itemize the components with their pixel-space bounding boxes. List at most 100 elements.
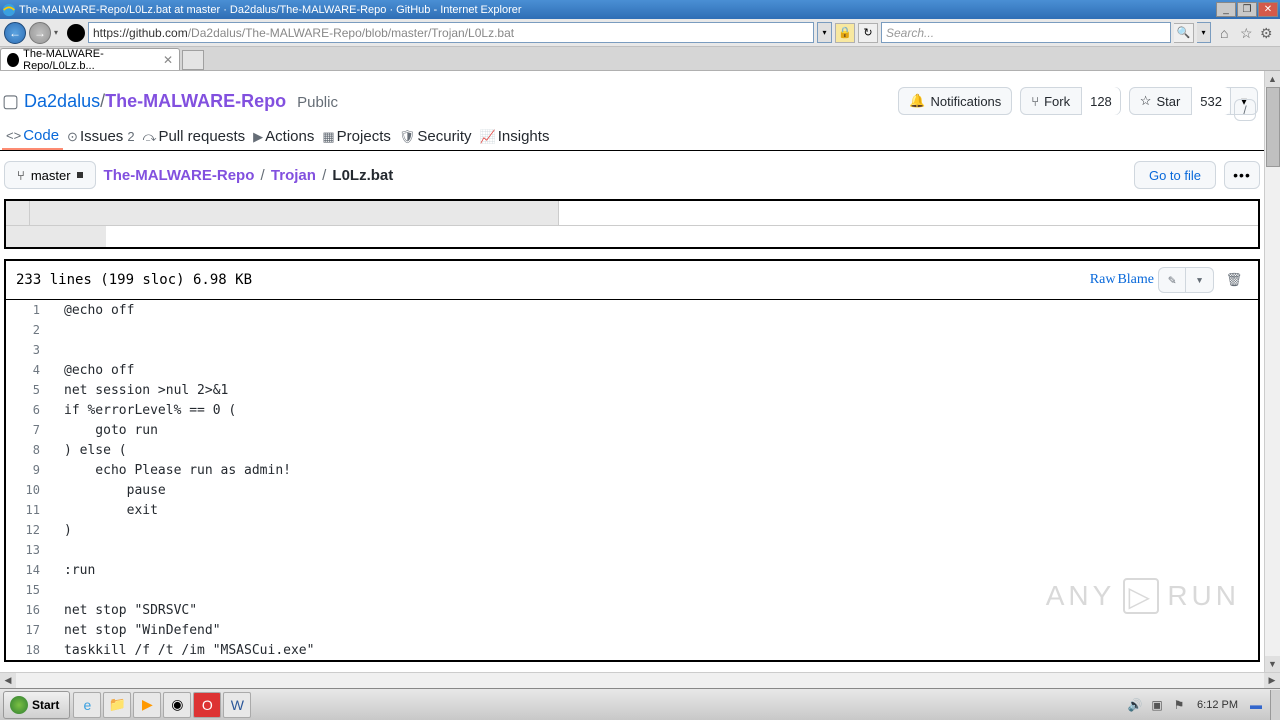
url-path: /Da2dalus/The-MALWARE-Repo/blob/master/T… <box>188 26 514 40</box>
line-number[interactable]: 3 <box>6 343 50 357</box>
ie-icon <box>2 3 16 17</box>
slash-shortcut[interactable]: / <box>1234 99 1256 121</box>
taskbar-opera[interactable]: O <box>193 692 221 718</box>
line-content: goto run <box>50 423 158 438</box>
new-tab-button[interactable] <box>182 50 204 70</box>
line-number[interactable]: 17 <box>6 623 50 637</box>
owner-link[interactable]: Da2dalus <box>24 91 100 111</box>
line-number[interactable]: 18 <box>6 643 50 657</box>
scroll-down-icon[interactable]: ▼ <box>1265 656 1280 672</box>
star-icon: ☆ <box>1140 93 1152 109</box>
taskbar-word[interactable]: W <box>223 692 251 718</box>
line-number[interactable]: 16 <box>6 603 50 617</box>
horizontal-scrollbar[interactable]: ◀ ▶ <box>0 672 1280 688</box>
line-number[interactable]: 14 <box>6 563 50 577</box>
forward-button[interactable]: → <box>29 22 51 44</box>
search-input[interactable]: Search... <box>881 22 1171 43</box>
favorites-icon[interactable]: ☆ <box>1240 25 1256 41</box>
tools-icon[interactable]: ⚙ <box>1260 25 1276 41</box>
line-number[interactable]: 12 <box>6 523 50 537</box>
breadcrumb-root[interactable]: The-MALWARE-Repo <box>104 167 255 184</box>
delete-icon[interactable]: 🗑 <box>1220 267 1248 293</box>
clock[interactable]: 6:12 PM <box>1197 699 1238 711</box>
line-content: net stop "SDRSVC" <box>50 603 197 618</box>
branch-select[interactable]: ⑂ master <box>4 161 96 189</box>
show-desktop-button[interactable] <box>1270 690 1280 720</box>
tab-close-icon[interactable]: ✕ <box>163 53 173 67</box>
start-button[interactable]: Start <box>3 691 70 719</box>
breadcrumb-dir[interactable]: Trojan <box>271 167 316 184</box>
line-content: net session >nul 2>&1 <box>50 383 228 398</box>
url-host: https://github.com <box>93 26 188 40</box>
tab-pull-requests[interactable]: ⤼Pull requests <box>139 123 250 150</box>
start-orb-icon <box>10 696 28 714</box>
taskbar-explorer[interactable]: 📁 <box>103 692 131 718</box>
line-content: net stop "WinDefend" <box>50 623 221 638</box>
edit-dropdown[interactable]: ▾ <box>1186 267 1214 293</box>
scroll-right-icon[interactable]: ▶ <box>1264 673 1280 688</box>
taskbar-chrome[interactable]: ◉ <box>163 692 191 718</box>
close-button[interactable]: ✕ <box>1258 2 1278 17</box>
taskbar: Start e 📁 ▶ ◉ O W 🔊 ▣ ⚑ 6:12 PM ▬ <box>0 688 1280 720</box>
line-number[interactable]: 6 <box>6 403 50 417</box>
line-number[interactable]: 11 <box>6 503 50 517</box>
window-titlebar: The-MALWARE-Repo/L0Lz.bat at master · Da… <box>0 0 1280 19</box>
nav-history-dropdown[interactable]: ▾ <box>54 28 64 37</box>
browser-tab[interactable]: The-MALWARE-Repo/L0Lz.b... ✕ <box>0 48 180 70</box>
blame-link[interactable]: Blame <box>1117 272 1154 288</box>
goto-file-button[interactable]: Go to file <box>1134 161 1216 189</box>
notifications-button[interactable]: 🔔Notifications <box>898 87 1012 115</box>
line-number[interactable]: 9 <box>6 463 50 477</box>
lock-icon[interactable]: 🔒 <box>835 23 855 43</box>
tray-monitor-icon[interactable]: ▬ <box>1248 697 1264 713</box>
line-number[interactable]: 5 <box>6 383 50 397</box>
tab-code[interactable]: <>Code <box>2 123 63 150</box>
code-line: 6if %errorLevel% == 0 ( <box>6 400 1258 420</box>
line-number[interactable]: 8 <box>6 443 50 457</box>
back-button[interactable]: ← <box>4 22 26 44</box>
tab-projects[interactable]: ▦Projects <box>318 123 394 150</box>
taskbar-mediaplayer[interactable]: ▶ <box>133 692 161 718</box>
volume-icon[interactable]: 🔊 <box>1127 697 1143 713</box>
line-number[interactable]: 7 <box>6 423 50 437</box>
home-icon[interactable]: ⌂ <box>1220 25 1236 41</box>
watermark: ANY ▷ RUN <box>1046 578 1240 614</box>
address-bar[interactable]: https://github.com/Da2dalus/The-MALWARE-… <box>88 22 814 43</box>
more-button[interactable]: ••• <box>1224 161 1260 189</box>
address-dropdown[interactable]: ▾ <box>817 22 832 43</box>
refresh-button[interactable]: ↻ <box>858 23 878 43</box>
maximize-button[interactable]: ❐ <box>1237 2 1257 17</box>
fork-button[interactable]: ⑂Fork128 <box>1020 87 1121 115</box>
raw-link[interactable]: Raw <box>1090 272 1116 288</box>
tab-insights[interactable]: 📈Insights <box>476 123 554 150</box>
repo-link[interactable]: The-MALWARE-Repo <box>105 91 286 111</box>
line-number[interactable]: 4 <box>6 363 50 377</box>
taskbar-ie[interactable]: e <box>73 692 101 718</box>
star-button[interactable]: ☆Star532 <box>1129 87 1231 115</box>
scroll-thumb[interactable] <box>1266 87 1280 167</box>
line-content: exit <box>50 503 158 518</box>
line-number[interactable]: 2 <box>6 323 50 337</box>
network-icon[interactable]: ▣ <box>1149 697 1165 713</box>
line-number[interactable]: 13 <box>6 543 50 557</box>
tab-security[interactable]: 🛡Security <box>395 123 476 150</box>
edit-icon[interactable]: ✎ <box>1158 267 1186 293</box>
line-number[interactable]: 15 <box>6 583 50 597</box>
search-go-button[interactable]: 🔍 <box>1174 23 1194 43</box>
code-line: 2 <box>6 320 1258 340</box>
vertical-scrollbar[interactable]: ▲ ▼ <box>1264 71 1280 672</box>
tab-actions[interactable]: ▶Actions <box>249 123 318 150</box>
scroll-up-icon[interactable]: ▲ <box>1265 71 1280 87</box>
line-content: @echo off <box>50 363 134 378</box>
issues-icon: ⊙ <box>67 129 78 145</box>
search-dropdown[interactable]: ▾ <box>1197 22 1211 43</box>
browser-tabs: The-MALWARE-Repo/L0Lz.b... ✕ <box>0 47 1280 71</box>
line-number[interactable]: 10 <box>6 483 50 497</box>
tab-issues[interactable]: ⊙Issues2 <box>63 123 139 150</box>
code-line: 12) <box>6 520 1258 540</box>
scroll-left-icon[interactable]: ◀ <box>0 673 16 688</box>
minimize-button[interactable]: _ <box>1216 2 1236 17</box>
flag-icon[interactable]: ⚑ <box>1171 697 1187 713</box>
line-number[interactable]: 1 <box>6 303 50 317</box>
tab-title: The-MALWARE-Repo/L0Lz.b... <box>23 48 155 72</box>
